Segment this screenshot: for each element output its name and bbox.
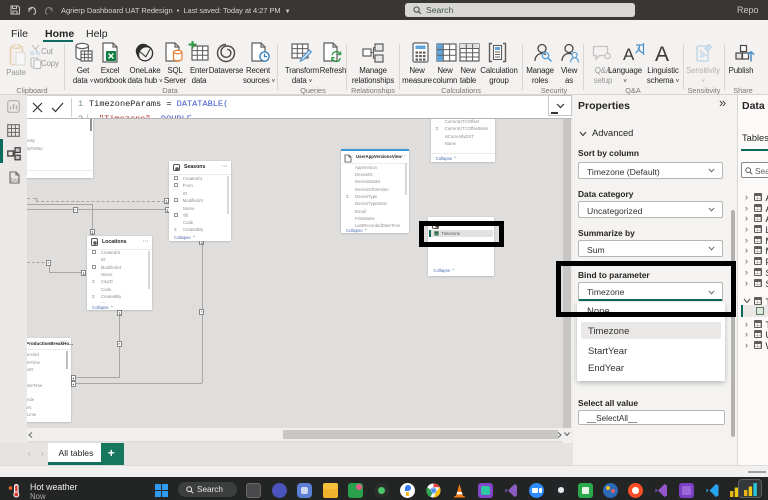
svg-text:DAX: DAX: [11, 178, 20, 183]
svg-text:A: A: [623, 45, 635, 64]
svg-text:A: A: [655, 43, 669, 64]
